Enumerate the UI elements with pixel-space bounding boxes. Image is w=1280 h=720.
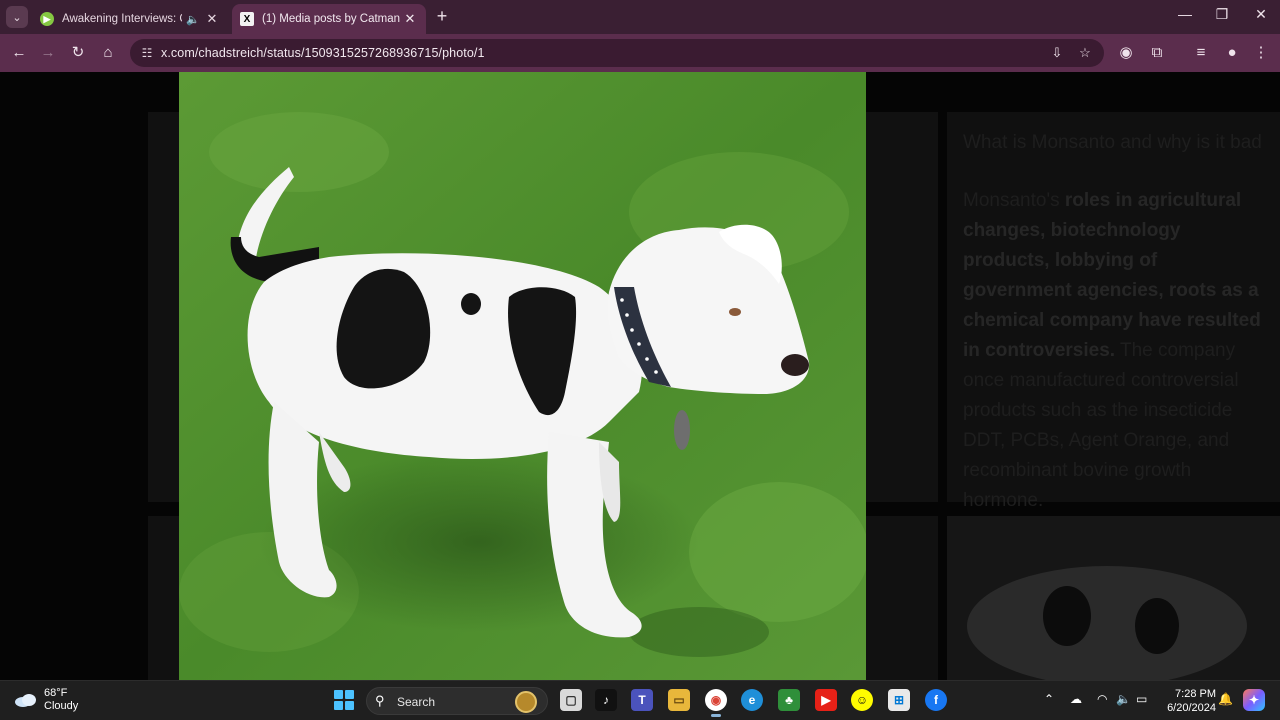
extensions-puzzle-icon[interactable]: ⧉	[1146, 42, 1168, 64]
article-rest: The company once manufactured controvers…	[963, 340, 1239, 511]
tab-strip: ⌄ ▶ Awakening Interviews: Capt 🔈 ✕ X (1)…	[0, 0, 1280, 34]
solitaire-icon[interactable]: ♣	[778, 689, 800, 711]
browser-toolbar: ← → ↻ ⌂ ☷ x.com/chadstreich/status/15093…	[0, 34, 1280, 72]
windows-taskbar: 68°F Cloudy ⚲ Search ▢ ♪ T ▭ ◉ e ♣ ▶ ☺ ⊞…	[0, 680, 1280, 720]
youtube-icon[interactable]: ▶	[815, 689, 837, 711]
dog-photo[interactable]	[179, 72, 866, 680]
close-tab-icon[interactable]: ✕	[204, 11, 220, 27]
search-icon: ⚲	[375, 693, 385, 708]
wifi-icon[interactable]: ◠	[1097, 692, 1107, 706]
edge-icon[interactable]: e	[741, 689, 763, 711]
tab-search-chevron-icon[interactable]: ⌄	[6, 6, 28, 28]
menu-kebab-icon[interactable]: ⋮	[1250, 42, 1272, 64]
weather-temperature: 68°F	[44, 687, 68, 699]
onedrive-cloud-icon[interactable]: ☁	[1070, 692, 1082, 706]
background-article: What is Monsanto and why is it bad Monsa…	[947, 112, 1280, 511]
volume-icon[interactable]: 🔈	[1116, 692, 1131, 706]
x-favicon-icon: X	[240, 12, 254, 26]
tab-awakening-interviews[interactable]: ▶ Awakening Interviews: Capt 🔈 ✕	[32, 4, 228, 34]
home-button[interactable]: ⌂	[97, 42, 119, 64]
forward-button[interactable]: →	[37, 42, 59, 64]
url-text[interactable]: x.com/chadstreich/status/150931525726893…	[161, 46, 485, 60]
weather-widget[interactable]: 68°F Cloudy	[14, 687, 78, 713]
battery-icon[interactable]: ▭	[1136, 692, 1147, 706]
cloud-icon	[15, 694, 36, 707]
extension-eye-icon[interactable]: ◉	[1115, 42, 1137, 64]
tab-title: (1) Media posts by Catman (@c	[262, 13, 402, 25]
microsoft-store-icon[interactable]: ⊞	[888, 689, 910, 711]
install-app-icon[interactable]: ⇩	[1048, 44, 1066, 62]
audio-playing-icon[interactable]: 🔈	[186, 13, 200, 26]
background-dog-thumbnail	[947, 516, 1280, 680]
page-content: What is Monsanto and why is it bad Monsa…	[0, 72, 1280, 680]
tiktok-icon[interactable]: ♪	[595, 689, 617, 711]
site-info-icon[interactable]: ☷	[138, 44, 156, 62]
snapchat-icon[interactable]: ☺	[851, 689, 873, 711]
bookmark-star-icon[interactable]: ☆	[1076, 44, 1094, 62]
weather-condition: Cloudy	[44, 700, 79, 712]
address-bar[interactable]: ☷ x.com/chadstreich/status/1509315257268…	[130, 39, 1104, 67]
clock-date: 6/20/2024	[1167, 702, 1216, 714]
taskbar-search[interactable]: ⚲ Search	[366, 687, 548, 715]
clock-time: 7:28 PM	[1175, 688, 1216, 700]
media-controls-icon[interactable]: ≡	[1190, 42, 1212, 64]
tab-title: Awakening Interviews: Capt	[62, 13, 182, 25]
restore-button[interactable]: ❐	[1207, 6, 1237, 26]
facebook-icon[interactable]: f	[925, 689, 947, 711]
article-bold-text: roles in agricultural changes, biotechno…	[963, 190, 1261, 361]
task-view-icon[interactable]: ▢	[560, 689, 582, 711]
start-button[interactable]	[334, 690, 354, 710]
rumble-favicon-icon: ▶	[40, 12, 54, 26]
show-hidden-icons-chevron-icon[interactable]: ⌃	[1044, 692, 1054, 706]
copilot-icon[interactable]: ✦	[1243, 689, 1265, 711]
profile-avatar[interactable]: ●	[1221, 42, 1243, 64]
close-tab-icon[interactable]: ✕	[402, 11, 418, 27]
back-button[interactable]: ←	[8, 42, 30, 64]
notification-bell-icon[interactable]: 🔔	[1218, 692, 1233, 706]
close-window-button[interactable]: ✕	[1246, 6, 1276, 26]
chrome-icon[interactable]: ◉	[705, 689, 727, 717]
tab-media-posts[interactable]: X (1) Media posts by Catman (@c ✕	[232, 4, 426, 34]
system-clock[interactable]: 7:28 PM 6/20/2024	[1160, 687, 1216, 715]
search-label: Search	[397, 695, 436, 709]
search-highlight-icon	[515, 691, 537, 713]
article-heading: What is Monsanto and why is it bad	[963, 132, 1262, 153]
reload-button[interactable]: ↻	[67, 42, 89, 64]
article-lead: Monsanto's	[963, 190, 1060, 211]
minimize-button[interactable]: —	[1170, 6, 1200, 26]
teams-icon[interactable]: T	[631, 689, 653, 711]
new-tab-button[interactable]: +	[432, 7, 452, 27]
file-explorer-icon[interactable]: ▭	[668, 689, 690, 711]
